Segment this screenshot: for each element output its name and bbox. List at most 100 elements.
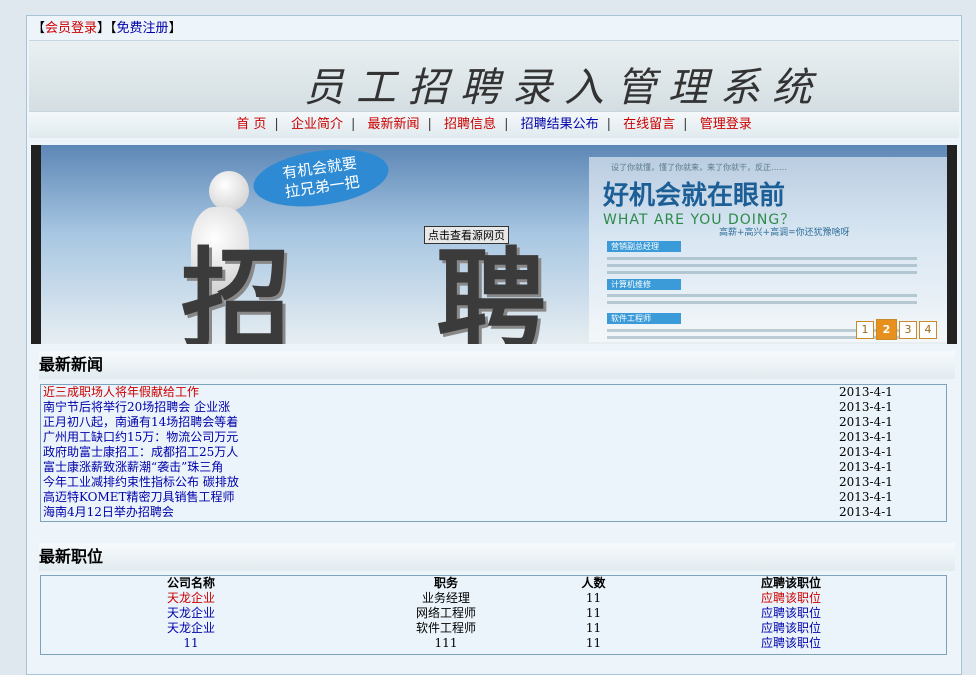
news-date: 2013-4-1 bbox=[839, 445, 893, 459]
company-link[interactable]: 天龙企业 bbox=[167, 591, 215, 605]
job-company-cell: 天龙企业 bbox=[41, 606, 341, 621]
bracket-close: 】 bbox=[168, 21, 182, 36]
nav-separator: | bbox=[504, 117, 509, 132]
job-position-cell: 软件工程师 bbox=[415, 621, 476, 635]
text-line bbox=[607, 264, 917, 267]
news-link[interactable]: 政府助富士康招工：成都招工25万人 bbox=[43, 445, 238, 460]
company-link[interactable]: 天龙企业 bbox=[167, 621, 215, 635]
job-count-cell: 11 bbox=[585, 621, 602, 635]
slide-page-2[interactable]: 2 bbox=[876, 319, 897, 340]
apply-job-link[interactable]: 应聘该职位 bbox=[761, 621, 821, 635]
jobs-list: 公司名称 职务 人数 应聘该职位 天龙企业 业务经理 11 应聘该职位 天龙企业 网络工程… bbox=[40, 575, 947, 655]
slide-pager: 1234 bbox=[854, 319, 937, 340]
apply-job-link[interactable]: 应聘该职位 bbox=[761, 591, 821, 605]
member-bar: 【会员登录】【免费注册】 bbox=[32, 20, 182, 38]
news-link[interactable]: 高迈特KOMET精密刀具销售工程师 bbox=[43, 490, 235, 505]
job-apply-cell: 应聘该职位 bbox=[636, 636, 946, 651]
slide-page-1[interactable]: 1 bbox=[856, 321, 874, 339]
slogan-sub: 高薪+高兴+高调=你还犹豫啥呀 bbox=[719, 228, 850, 238]
job-company-cell: 11 bbox=[41, 636, 341, 651]
banner-slideshow[interactable]: 有机会就要 拉兄弟一把 招 聘 点击查看源网页 设了你就懂，懂了你就来，来了你就… bbox=[31, 145, 957, 344]
text-line bbox=[607, 271, 917, 274]
page-container: 【会员登录】【免费注册】 员工招聘录入管理系统 首 页 | 企业简介 | 最新新闻 |… bbox=[26, 15, 962, 675]
news-item: 广州用工缺口约15万：物流公司万元 2013-4-1 bbox=[41, 430, 946, 445]
job-apply-cell: 应聘该职位 bbox=[636, 621, 946, 636]
nav-recruitment-info[interactable]: 招聘信息 bbox=[436, 117, 504, 132]
site-title: 员工招聘录入管理系统 bbox=[304, 65, 824, 111]
jobs-header-row: 公司名称 职务 人数 应聘该职位 bbox=[41, 576, 946, 591]
nav-home[interactable]: 首 页 bbox=[228, 117, 274, 132]
member-login-link[interactable]: 会员登录 bbox=[45, 21, 97, 36]
header-banner: 员工招聘录入管理系统 bbox=[29, 40, 959, 112]
bracket-open: 【 bbox=[32, 21, 46, 36]
news-date: 2013-4-1 bbox=[839, 400, 893, 414]
news-link[interactable]: 今年工业减排约束性指标公布 碳排放 bbox=[43, 475, 239, 490]
nav-separator: | bbox=[274, 117, 279, 132]
news-item: 富士康涨薪致涨薪潮“袭击”珠三角 2013-4-1 bbox=[41, 460, 946, 475]
nav-admin-login[interactable]: 管理登录 bbox=[692, 117, 760, 132]
news-item: 近三成职场人将年假献给工作 2013-4-1 bbox=[41, 385, 946, 400]
col-position: 职务 bbox=[433, 576, 458, 590]
col-company: 公司名称 bbox=[166, 576, 215, 590]
news-date: 2013-4-1 bbox=[839, 505, 893, 519]
nav-separator: | bbox=[427, 117, 432, 132]
text-line bbox=[607, 294, 917, 297]
news-link[interactable]: 海南4月12日举办招聘会 bbox=[43, 505, 174, 520]
news-item: 政府助富士康招工：成都招工25万人 2013-4-1 bbox=[41, 445, 946, 460]
news-date: 2013-4-1 bbox=[839, 475, 893, 489]
job-position-cell: 业务经理 bbox=[421, 591, 470, 605]
news-date: 2013-4-1 bbox=[839, 460, 893, 474]
text-line bbox=[607, 301, 917, 304]
job-row: 天龙企业 业务经理 11 应聘该职位 bbox=[41, 591, 946, 606]
job-apply-cell: 应聘该职位 bbox=[636, 591, 946, 606]
news-link[interactable]: 南宁节后将举行20场招聘会 企业涨 bbox=[43, 400, 230, 415]
apply-job-link[interactable]: 应聘该职位 bbox=[761, 636, 821, 650]
news-link[interactable]: 近三成职场人将年假献给工作 bbox=[43, 385, 199, 400]
company-link[interactable]: 天龙企业 bbox=[167, 606, 215, 620]
news-link[interactable]: 富士康涨薪致涨薪潮“袭击”珠三角 bbox=[43, 460, 223, 475]
news-date: 2013-4-1 bbox=[839, 430, 893, 444]
nav-separator: | bbox=[350, 117, 356, 132]
col-apply: 应聘该职位 bbox=[760, 576, 821, 590]
figure-head bbox=[209, 171, 249, 211]
free-register-link[interactable]: 免费注册 bbox=[117, 21, 169, 36]
speech-bubble: 有机会就要 拉兄弟一把 bbox=[249, 145, 393, 215]
news-link[interactable]: 广州用工缺口约15万：物流公司万元 bbox=[43, 430, 238, 445]
news-date: 2013-4-1 bbox=[839, 415, 893, 429]
slide-page-3[interactable]: 3 bbox=[899, 321, 917, 339]
jobs-table: 公司名称 职务 人数 应聘该职位 天龙企业 业务经理 11 应聘该职位 天龙企业 网络工程… bbox=[41, 576, 946, 651]
nav-results[interactable]: 招聘结果公布 bbox=[513, 117, 607, 132]
job-count-cell: 11 bbox=[585, 636, 602, 650]
main-nav: 首 页 | 企业简介 | 最新新闻 | 招聘信息 | 招聘结果公布 | 在线留言 | 管理登… bbox=[29, 112, 959, 138]
jobs-section-title: 最新职位 bbox=[39, 543, 955, 571]
job-position-cell: 111 bbox=[434, 636, 458, 650]
nav-company-intro[interactable]: 企业简介 bbox=[283, 117, 351, 132]
news-link[interactable]: 正月初八起，南通有14场招聘会等着 bbox=[43, 415, 238, 430]
job-company-cell: 天龙企业 bbox=[41, 591, 341, 606]
company-link[interactable]: 11 bbox=[183, 636, 198, 650]
nav-latest-news[interactable]: 最新新闻 bbox=[360, 117, 428, 132]
slide-page-4[interactable]: 4 bbox=[919, 321, 937, 339]
news-list: 近三成职场人将年假献给工作 2013-4-1 南宁节后将举行20场招聘会 企业涨 20… bbox=[40, 384, 947, 522]
col-count: 人数 bbox=[581, 576, 606, 590]
big-char-zhao: 招 bbox=[181, 237, 291, 344]
job-row: 11 111 11 应聘该职位 bbox=[41, 636, 946, 651]
job-row: 天龙企业 软件工程师 11 应聘该职位 bbox=[41, 621, 946, 636]
job-position-cell: 网络工程师 bbox=[415, 606, 476, 620]
job-company-cell: 天龙企业 bbox=[41, 621, 341, 636]
job-tag: 计算机维修 bbox=[607, 279, 681, 290]
news-section-title: 最新新闻 bbox=[39, 351, 955, 379]
bracket-mid: 】【 bbox=[97, 21, 117, 36]
job-tag: 营销副总经理 bbox=[607, 241, 681, 252]
job-count-cell: 11 bbox=[585, 606, 602, 620]
text-line bbox=[607, 257, 917, 260]
apply-job-link[interactable]: 应聘该职位 bbox=[761, 606, 821, 620]
news-item: 高迈特KOMET精密刀具销售工程师 2013-4-1 bbox=[41, 490, 946, 505]
job-row: 天龙企业 网络工程师 11 应聘该职位 bbox=[41, 606, 946, 621]
panel-tagline: 设了你就懂，懂了你就来，来了你就干，反正…… bbox=[611, 163, 787, 172]
nav-message-board[interactable]: 在线留言 bbox=[615, 117, 683, 132]
nav-separator: | bbox=[683, 117, 688, 132]
source-page-link[interactable]: 点击查看源网页 bbox=[424, 226, 509, 244]
news-date: 2013-4-1 bbox=[839, 490, 893, 504]
job-count-cell: 11 bbox=[585, 591, 602, 605]
